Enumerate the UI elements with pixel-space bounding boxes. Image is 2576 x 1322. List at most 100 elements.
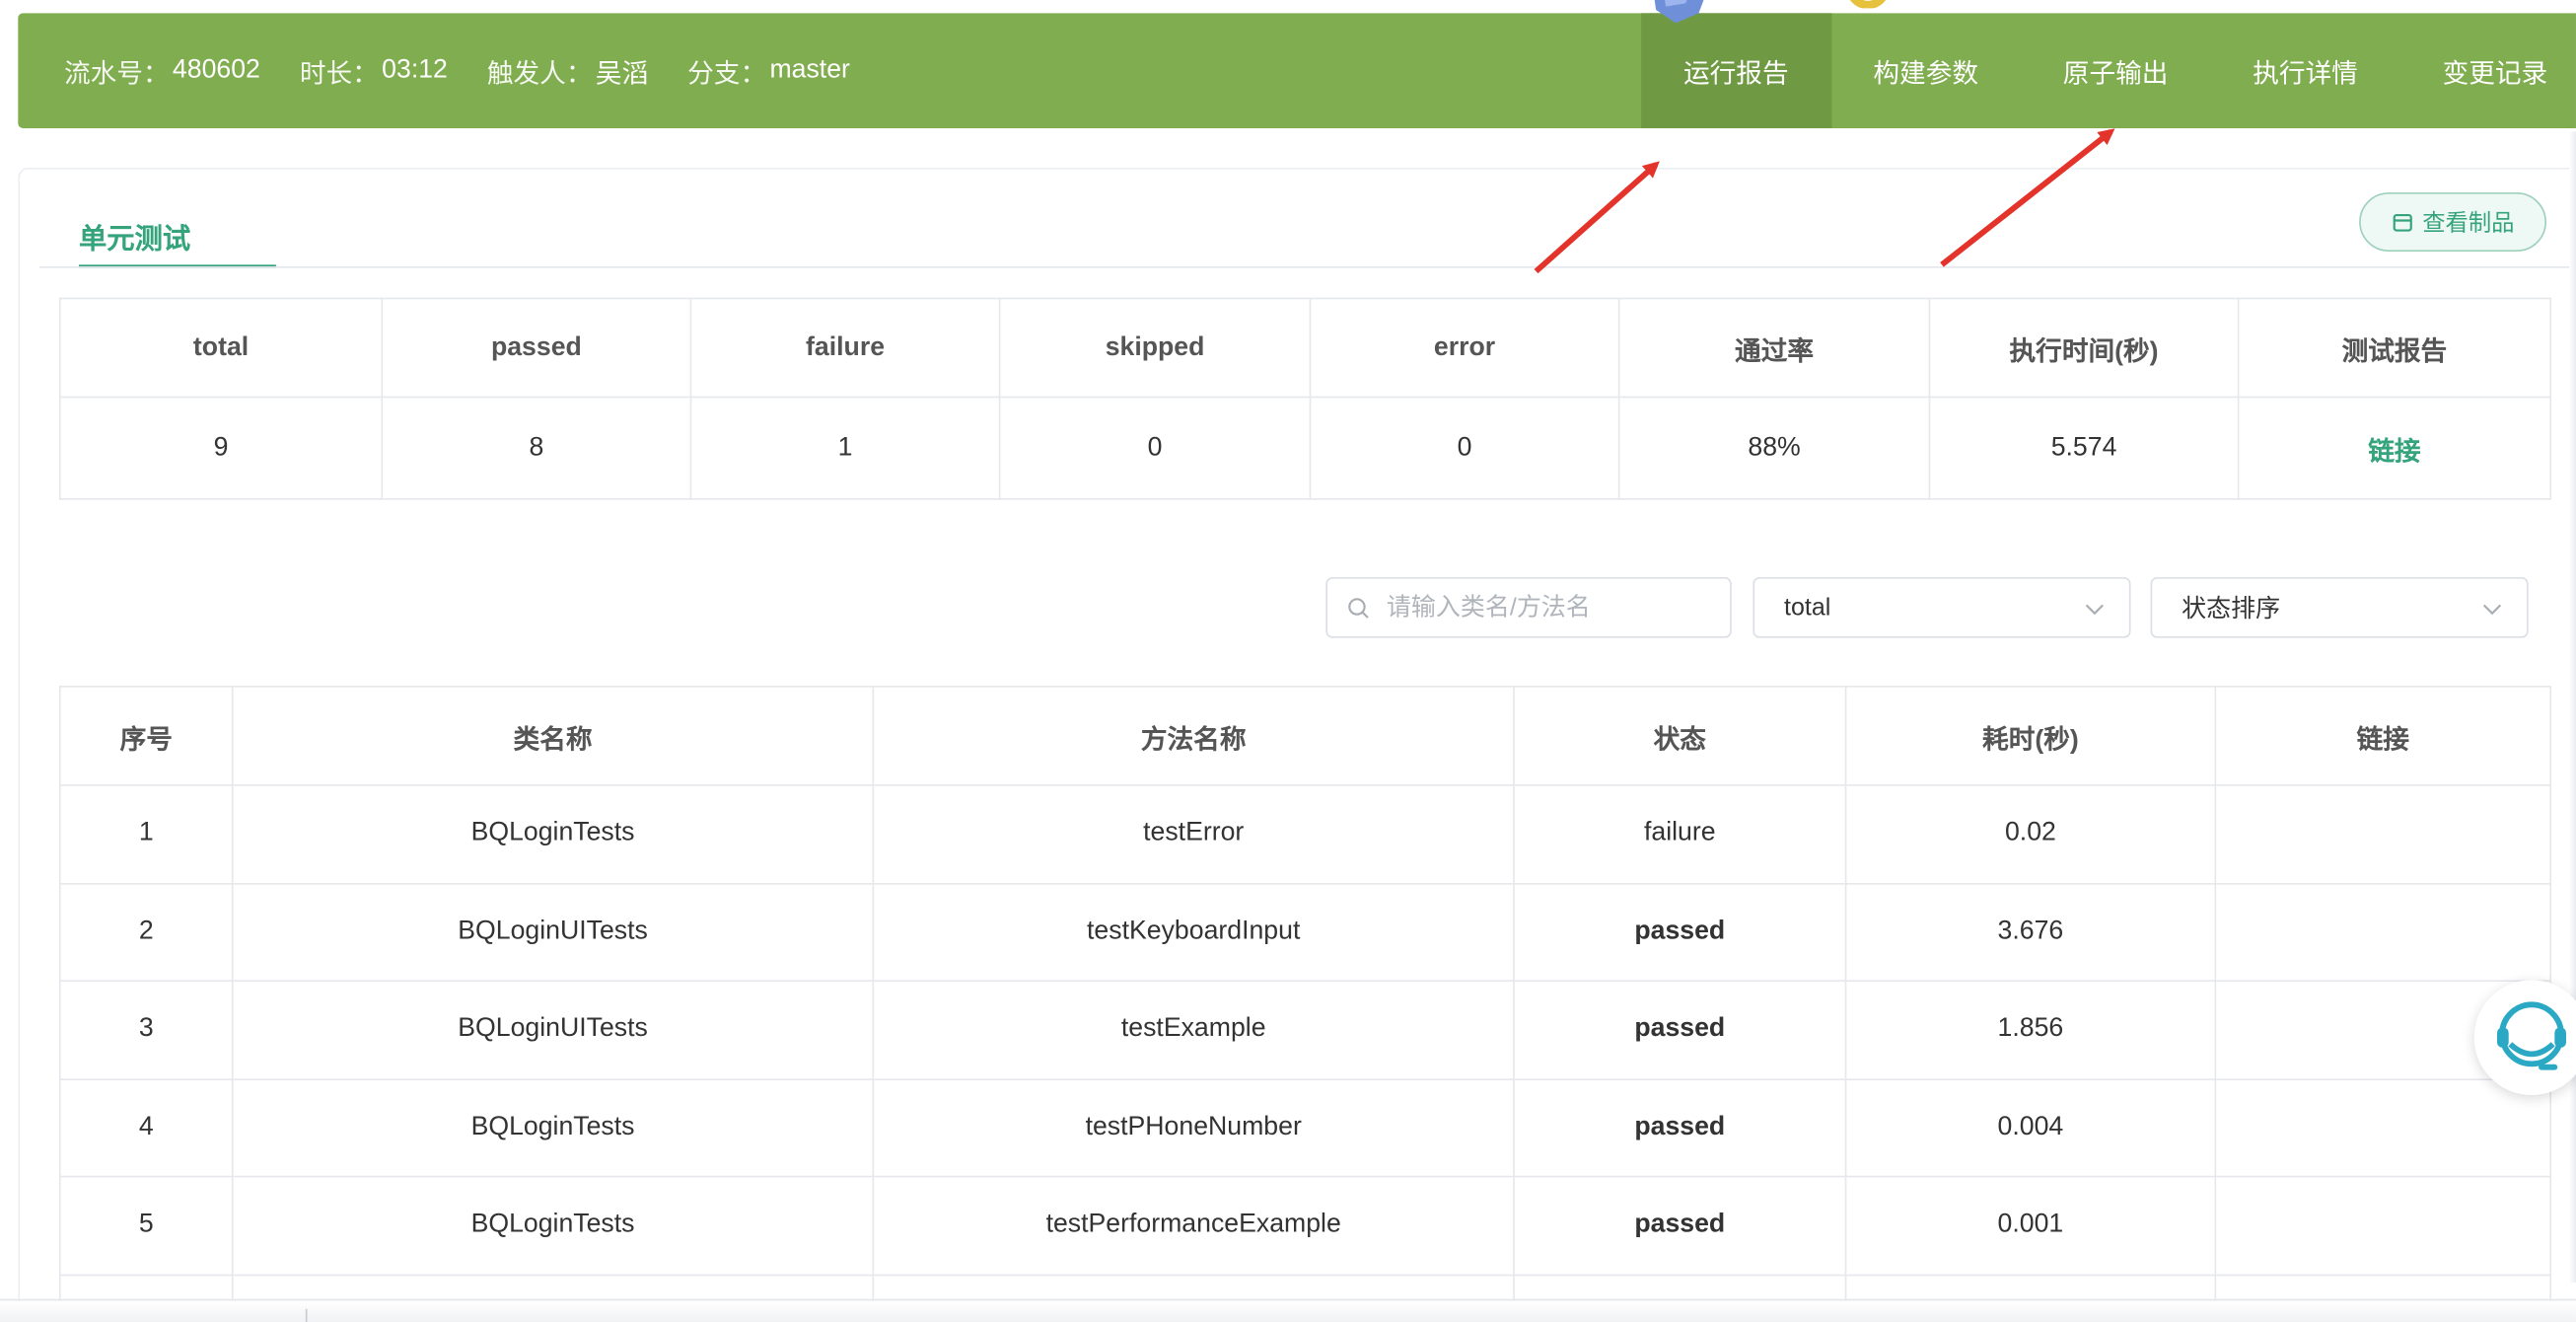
- test-report-link[interactable]: 链接: [2368, 438, 2420, 466]
- summary-header: skipped: [998, 297, 1312, 399]
- summary-header: failure: [689, 297, 1001, 399]
- robot-mascot-icon: [1654, 0, 1704, 24]
- row-class-name: BQLoginTests: [231, 1077, 875, 1178]
- column-header-link: 链接: [2214, 686, 2551, 786]
- trigger-user-label: 触发人：: [486, 60, 593, 90]
- search-input[interactable]: [1383, 592, 1719, 624]
- coin-icon: [1849, 0, 1887, 9]
- row-status: passed: [1513, 980, 1847, 1080]
- row-link[interactable]: [2214, 1175, 2551, 1276]
- build-number: 流水号： 480602: [64, 51, 260, 91]
- report-link-cell: 链接: [2237, 396, 2551, 500]
- row-class-name: BQLoginTests: [231, 1175, 875, 1276]
- report-panel: 单元测试 查看制品 total passed failure skipped e…: [18, 168, 2576, 1322]
- trigger-user: 触发人： 吴滔: [487, 51, 648, 91]
- branch-value: master: [769, 55, 850, 85]
- tab-execution-details[interactable]: 执行详情: [2210, 13, 2399, 128]
- branch-label: 分支：: [687, 60, 767, 90]
- table-row: 2 BQLoginUITests testKeyboardInput passe…: [58, 882, 2551, 983]
- page: 流水号： 480602 时长： 03:12 触发人： 吴滔 分支： master…: [0, 0, 2576, 1322]
- sort-select-value: 状态排序: [2182, 595, 2281, 624]
- row-duration: 0.001: [1844, 1175, 2217, 1276]
- summary-header: passed: [381, 297, 692, 399]
- search-field[interactable]: [1325, 577, 1732, 638]
- failure-count: 1: [689, 396, 1001, 500]
- column-header-time: 耗时(秒): [1844, 686, 2217, 786]
- trigger-user-value: 吴滔: [595, 60, 649, 90]
- box-icon: [2392, 213, 2411, 231]
- table-row: 1 BQLoginTests testError failure 0.02: [58, 784, 2551, 884]
- column-header-method: 方法名称: [872, 686, 1515, 786]
- summary-header: 执行时间(秒): [1928, 297, 2240, 399]
- summary-value-row: 9 8 1 0 0 88% 5.574 链接: [58, 396, 2551, 500]
- view-artifacts-button[interactable]: 查看制品: [2359, 192, 2546, 253]
- table-row: 5 BQLoginTests testPerformanceExample pa…: [58, 1175, 2551, 1276]
- build-number-label: 流水号：: [63, 60, 170, 90]
- row-status: passed: [1513, 1175, 1847, 1276]
- row-index: 5: [58, 1175, 234, 1276]
- row-method-name: testPHoneNumber: [872, 1077, 1515, 1178]
- row-status: passed: [1513, 1077, 1847, 1178]
- tab-build-params[interactable]: 构建参数: [1831, 13, 2021, 128]
- row-link[interactable]: [2214, 1077, 2551, 1178]
- tab-run-report[interactable]: 运行报告: [1641, 13, 1831, 129]
- row-link[interactable]: [2214, 882, 2551, 983]
- duration-value: 03:12: [382, 55, 448, 85]
- pipeline-header-bar: 流水号： 480602 时长： 03:12 触发人： 吴滔 分支： master…: [18, 13, 2576, 129]
- total-count: 9: [58, 396, 384, 500]
- duration-label: 时长：: [299, 60, 379, 90]
- scroll-edge-shadow: [2569, 131, 2576, 1284]
- horizontal-scrollbar[interactable]: [0, 1298, 2576, 1322]
- skipped-count: 0: [998, 396, 1312, 500]
- customer-support-button[interactable]: [2473, 980, 2576, 1096]
- table-header-row: 序号 类名称 方法名称 状态 耗时(秒) 链接: [58, 686, 2551, 786]
- branch: 分支： master: [687, 51, 850, 91]
- row-duration: 1.856: [1844, 980, 2217, 1080]
- row-index: 1: [58, 784, 234, 884]
- sort-select[interactable]: 状态排序: [2150, 577, 2529, 638]
- table-row: 3 BQLoginUITests testExample passed 1.85…: [58, 980, 2551, 1080]
- table-row: 4 BQLoginTests testPHoneNumber passed 0.…: [58, 1077, 2551, 1178]
- duration: 时长： 03:12: [300, 51, 448, 91]
- chevron-down-icon: [2482, 603, 2502, 615]
- build-number-value: 480602: [172, 55, 260, 85]
- summary-header-row: total passed failure skipped error 通过率 执…: [58, 297, 2551, 399]
- row-method-name: testExample: [872, 980, 1515, 1080]
- row-link[interactable]: [2214, 784, 2551, 884]
- row-class-name: BQLoginUITests: [231, 882, 875, 983]
- tab-divider: [38, 266, 2570, 268]
- report-tabs: 运行报告 构建参数 原子输出 执行详情 变更记录: [1641, 13, 2576, 129]
- summary-header: error: [1309, 297, 1620, 399]
- column-header-class: 类名称: [231, 686, 875, 786]
- summary-header: 测试报告: [2237, 297, 2551, 399]
- row-status: failure: [1513, 784, 1847, 884]
- row-duration: 0.004: [1844, 1077, 2217, 1178]
- row-method-name: testPerformanceExample: [872, 1175, 1515, 1276]
- summary-table: total passed failure skipped error 通过率 执…: [58, 297, 2551, 500]
- summary-header: total: [58, 297, 384, 399]
- headset-icon: [2497, 1001, 2566, 1070]
- row-duration: 0.02: [1844, 784, 2217, 884]
- row-status: passed: [1513, 882, 1847, 983]
- build-meta: 流水号： 480602 时长： 03:12 触发人： 吴滔 分支： master: [64, 13, 850, 128]
- tab-unit-test[interactable]: 单元测试: [79, 215, 190, 257]
- chevron-down-icon: [2085, 603, 2104, 615]
- column-header-status: 状态: [1513, 686, 1847, 786]
- search-icon: [1348, 597, 1369, 618]
- row-class-name: BQLoginUITests: [231, 980, 875, 1080]
- tab-atom-output[interactable]: 原子输出: [2021, 13, 2210, 128]
- tab-change-log[interactable]: 变更记录: [2400, 13, 2576, 128]
- row-class-name: BQLoginTests: [231, 784, 875, 884]
- summary-header: 通过率: [1617, 297, 1931, 399]
- row-index: 3: [58, 980, 234, 1080]
- scrollbar-thumb-edge[interactable]: [305, 1308, 308, 1322]
- test-case-table: 序号 类名称 方法名称 状态 耗时(秒) 链接 1 BQLoginTests t…: [58, 686, 2551, 1322]
- row-index: 4: [58, 1077, 234, 1178]
- error-count: 0: [1309, 396, 1620, 500]
- pass-rate: 88%: [1617, 396, 1931, 500]
- row-index: 2: [58, 882, 234, 983]
- status-filter-select[interactable]: total: [1753, 577, 2131, 638]
- row-method-name: testKeyboardInput: [872, 882, 1515, 983]
- row-duration: 3.676: [1844, 882, 2217, 983]
- row-method-name: testError: [872, 784, 1515, 884]
